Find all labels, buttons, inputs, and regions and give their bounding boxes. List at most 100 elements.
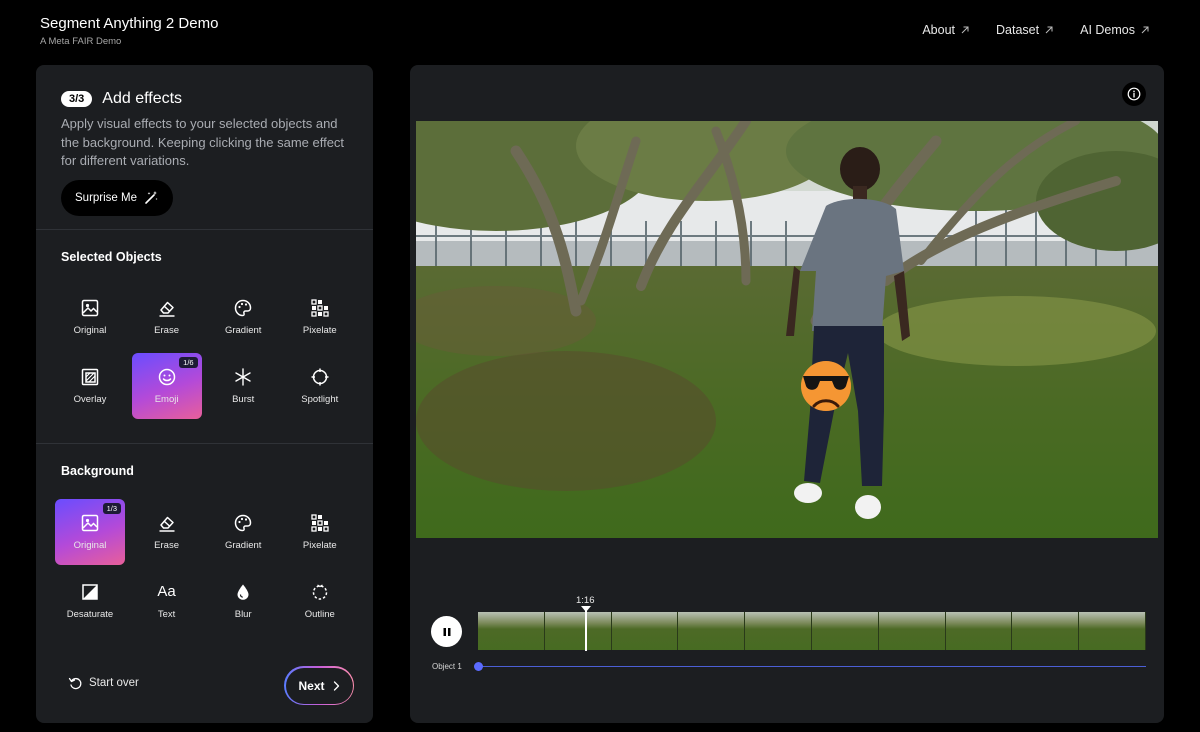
effect-label: Desaturate xyxy=(66,609,114,620)
playhead[interactable] xyxy=(585,609,587,651)
object-effect-pixelate[interactable]: Pixelate xyxy=(285,284,355,350)
chevron-right-icon xyxy=(333,680,339,691)
background-effect-desaturate[interactable]: Desaturate xyxy=(55,568,125,634)
desaturate-icon xyxy=(82,584,98,600)
effect-label: Emoji xyxy=(154,394,179,405)
effect-label: Gradient xyxy=(224,540,262,551)
next-button-inner: Next xyxy=(285,667,353,704)
spotlight-icon xyxy=(311,368,329,386)
next-label: Next xyxy=(298,678,325,693)
eraser-icon xyxy=(159,516,175,532)
background-effect-erase[interactable]: Erase xyxy=(132,499,202,565)
section-divider xyxy=(36,229,373,230)
start-over-label: Start over xyxy=(89,677,139,689)
drop-icon xyxy=(237,584,249,600)
info-icon xyxy=(1127,87,1141,101)
object-effect-gradient[interactable]: Gradient xyxy=(208,284,278,350)
nav-dataset-link[interactable]: Dataset xyxy=(996,23,1054,37)
background-effect-original[interactable]: 1/3 Original xyxy=(55,499,125,565)
nav-about-label: About xyxy=(922,23,956,37)
object-effect-emoji[interactable]: 1/6 Emoji xyxy=(131,353,202,419)
object-track-marker[interactable] xyxy=(474,662,483,671)
background-effect-blur[interactable]: Blur xyxy=(208,568,278,634)
magic-wand-icon xyxy=(145,191,158,204)
step-title: Add effects xyxy=(102,90,183,107)
effect-label: Original xyxy=(73,325,107,336)
effect-label: Blur xyxy=(234,609,252,620)
image-icon xyxy=(81,299,99,317)
step-header: 3/3 Add effects xyxy=(61,90,182,108)
filmstrip-frame xyxy=(611,612,679,650)
top-header: Segment Anything 2 Demo A Meta FAIR Demo… xyxy=(0,0,1200,60)
external-arrow-icon xyxy=(961,26,969,34)
nav-ai-demos-label: AI Demos xyxy=(1080,23,1135,37)
background-effects-grid: 1/3 Original Erase Gradient Pixelate Des… xyxy=(55,499,359,634)
pause-button[interactable] xyxy=(431,616,462,647)
background-effect-outline[interactable]: Outline xyxy=(285,568,355,634)
palette-icon xyxy=(234,299,252,317)
object-effect-burst[interactable]: Burst xyxy=(208,353,278,419)
undo-icon xyxy=(68,677,82,690)
video-frame[interactable] xyxy=(416,121,1158,538)
effect-label: Original xyxy=(73,540,107,551)
object-effect-original[interactable]: Original xyxy=(55,284,125,350)
smiley-icon xyxy=(158,368,175,386)
object-effect-erase[interactable]: Erase xyxy=(132,284,202,350)
external-arrow-icon xyxy=(1141,26,1149,34)
background-effect-pixelate[interactable]: Pixelate xyxy=(285,499,355,565)
filmstrip-frame xyxy=(478,612,545,650)
variation-badge: 1/3 xyxy=(102,503,121,514)
background-heading: Background xyxy=(61,464,134,478)
timecode: 1:16 xyxy=(576,595,595,606)
background-effect-gradient[interactable]: Gradient xyxy=(208,499,278,565)
object-track-label: Object 1 xyxy=(432,662,462,671)
burst-icon xyxy=(235,368,251,386)
effect-label: Spotlight xyxy=(301,394,339,405)
effect-label: Text xyxy=(157,609,176,620)
pause-icon xyxy=(443,627,450,636)
effect-label: Pixelate xyxy=(302,540,337,551)
next-button[interactable]: Next xyxy=(284,666,354,705)
start-over-button[interactable]: Start over xyxy=(68,676,139,690)
pixelate-icon xyxy=(311,514,329,532)
object-effect-overlay[interactable]: Overlay xyxy=(55,353,125,419)
effect-label: Erase xyxy=(154,325,179,336)
emoji-overlay xyxy=(801,361,851,411)
video-scene-image xyxy=(416,121,1158,538)
filmstrip-frame xyxy=(678,612,746,650)
section-divider xyxy=(36,443,373,444)
effect-label: Pixelate xyxy=(302,325,337,336)
effects-panel: 3/3 Add effects Apply visual effects to … xyxy=(36,65,373,723)
filmstrip-frame xyxy=(945,612,1013,650)
nav-ai-demos-link[interactable]: AI Demos xyxy=(1080,23,1150,37)
app-title: Segment Anything 2 Demo xyxy=(40,15,219,32)
external-arrow-icon xyxy=(1045,26,1053,34)
background-effect-text[interactable]: Aa Text xyxy=(132,568,202,634)
step-description: Apply visual effects to your selected ob… xyxy=(61,116,345,168)
filmstrip-frame xyxy=(544,612,612,650)
overlay-icon xyxy=(81,368,99,386)
nav-dataset-label: Dataset xyxy=(996,23,1040,37)
selected-objects-heading: Selected Objects xyxy=(61,250,162,264)
video-panel: 1:16 Object 1 xyxy=(410,65,1164,723)
nav-about-link[interactable]: About xyxy=(922,23,970,37)
info-button[interactable] xyxy=(1122,82,1146,106)
variation-badge: 1/6 xyxy=(179,357,198,368)
surprise-me-button[interactable]: Surprise Me xyxy=(61,180,173,216)
filmstrip-frame xyxy=(878,612,946,650)
timeline-filmstrip[interactable] xyxy=(478,612,1146,650)
palette-icon xyxy=(234,514,252,532)
app-subtitle: A Meta FAIR Demo xyxy=(40,36,122,47)
effect-label: Gradient xyxy=(224,325,262,336)
effect-label: Erase xyxy=(154,540,179,551)
filmstrip-frame xyxy=(1012,612,1080,650)
text-icon: Aa xyxy=(157,583,176,600)
surprise-me-label: Surprise Me xyxy=(75,192,137,204)
object-effect-spotlight[interactable]: Spotlight xyxy=(285,353,355,419)
step-badge: 3/3 xyxy=(61,91,93,107)
outline-icon xyxy=(312,584,328,600)
object-track-line xyxy=(478,666,1146,667)
eraser-icon xyxy=(159,301,175,317)
effect-label: Burst xyxy=(232,394,255,405)
filmstrip-frame xyxy=(1079,612,1146,650)
